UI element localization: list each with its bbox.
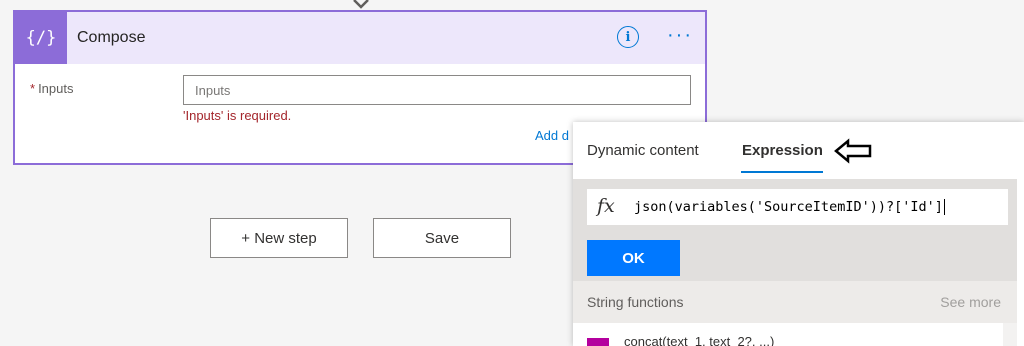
function-fx-icon: fx: [597, 195, 615, 217]
connector-arrow-icon: [353, 0, 369, 9]
function-signature: concat(text_1, text_2?, ...): [624, 334, 775, 346]
active-tab-indicator: [741, 171, 823, 173]
info-icon[interactable]: i: [617, 26, 639, 48]
string-function-icon: [587, 338, 609, 346]
see-more-link[interactable]: See more: [940, 294, 1001, 310]
expression-panel: Dynamic content Expression fx json(varia…: [573, 122, 1024, 346]
left-arrow-icon: [834, 138, 872, 164]
function-group-title: String functions: [587, 294, 684, 310]
inputs-label: * Inputs: [30, 81, 73, 96]
more-options-icon[interactable]: ···: [667, 25, 693, 45]
scrollbar[interactable]: [1003, 323, 1017, 346]
ok-button[interactable]: OK: [587, 240, 680, 276]
compose-card-header[interactable]: {∕} Compose i ···: [15, 12, 705, 64]
add-dynamic-content-link[interactable]: Add d: [535, 128, 569, 143]
tab-dynamic-content[interactable]: Dynamic content: [587, 142, 699, 159]
tab-expression[interactable]: Expression: [742, 142, 823, 159]
required-marker: *: [30, 81, 36, 96]
new-step-button[interactable]: + New step: [210, 218, 348, 258]
save-button[interactable]: Save: [373, 218, 511, 258]
function-list-item[interactable]: concat(text_1, text_2?, ...): [573, 323, 1003, 346]
braces-icon: {∕}: [15, 12, 67, 64]
inputs-label-text: Inputs: [38, 81, 74, 96]
expression-input[interactable]: fx json(variables('SourceItemID'))?['Id'…: [587, 189, 1008, 225]
expression-text: json(variables('SourceItemID'))?['Id']: [634, 199, 945, 215]
function-group-header: String functions See more: [573, 281, 1017, 323]
validation-error: 'Inputs' is required.: [183, 108, 292, 123]
card-title: Compose: [77, 29, 146, 46]
inputs-field[interactable]: Inputs: [183, 75, 691, 105]
